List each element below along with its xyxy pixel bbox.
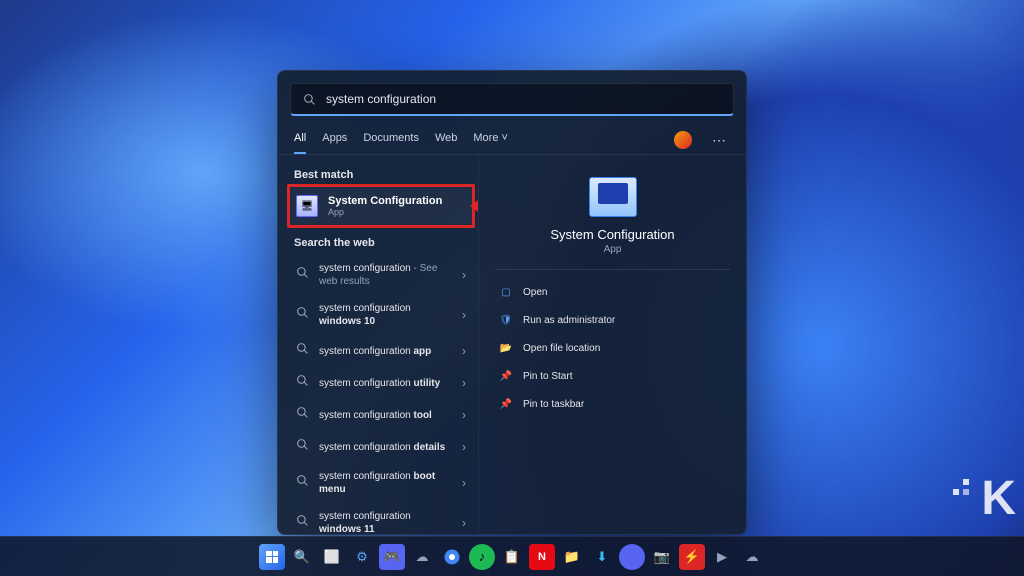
annotation-arrow-icon xyxy=(470,193,478,219)
tab-apps[interactable]: Apps xyxy=(322,126,347,154)
chevron-down-icon: ˅ xyxy=(502,132,508,144)
taskbar-app-icon[interactable]: ⬇ xyxy=(589,544,615,570)
search-icon xyxy=(296,306,309,324)
folder-icon: 📂 xyxy=(499,341,513,355)
overflow-menu-icon[interactable]: ⋯ xyxy=(708,132,730,149)
web-result-text: system configuration windows 11 xyxy=(319,510,452,534)
action-label: Pin to taskbar xyxy=(523,399,584,410)
chevron-right-icon: › xyxy=(462,440,466,454)
start-button[interactable] xyxy=(259,544,285,570)
chevron-right-icon: › xyxy=(462,268,466,282)
best-match-title: System Configuration xyxy=(328,195,442,207)
best-match-result[interactable]: 🖥 System Configuration App xyxy=(290,187,472,225)
web-result-item[interactable]: system configuration tool › xyxy=(290,399,472,431)
pin-icon: 📌 xyxy=(499,369,513,383)
tab-web[interactable]: Web xyxy=(435,126,457,154)
web-result-text: system configuration app xyxy=(319,345,452,358)
web-result-item[interactable]: system configuration boot menu › xyxy=(290,463,472,503)
action-open-location[interactable]: 📂 Open file location xyxy=(495,336,730,360)
search-input[interactable] xyxy=(326,92,721,106)
web-result-text: system configuration utility xyxy=(319,377,452,390)
tab-all[interactable]: All xyxy=(294,126,306,154)
web-result-item[interactable]: system configuration app › xyxy=(290,335,472,367)
taskbar-app-icon[interactable]: ☁ xyxy=(409,544,435,570)
tab-more[interactable]: More ˅ xyxy=(473,126,508,154)
taskbar-app-icon[interactable]: ⚙ xyxy=(349,544,375,570)
search-icon xyxy=(296,438,309,456)
action-label: Open xyxy=(523,287,547,298)
search-icon xyxy=(296,374,309,392)
search-icon xyxy=(296,266,309,284)
action-pin-taskbar[interactable]: 📌 Pin to taskbar xyxy=(495,392,730,416)
taskbar: 🔍 ⬜ ⚙ 🎮 ☁ ♪ 📋 N 📁 ⬇ 📷 ⚡ ▶ ☁ xyxy=(0,536,1024,576)
web-result-text: system configuration windows 10 xyxy=(319,302,452,328)
taskbar-search-icon[interactable]: 🔍 xyxy=(289,544,315,570)
preview-subtitle: App xyxy=(495,244,730,255)
search-icon xyxy=(296,342,309,360)
best-match-header: Best match xyxy=(294,169,468,181)
preview-pane: System Configuration App ▢ Open 🛡 Run as… xyxy=(478,155,746,534)
user-avatar[interactable] xyxy=(674,131,692,149)
web-result-item[interactable]: system configuration windows 11 › xyxy=(290,503,472,534)
action-label: Open file location xyxy=(523,343,600,354)
web-result-text: system configuration - See web results xyxy=(319,262,452,288)
web-result-item[interactable]: system configuration utility › xyxy=(290,367,472,399)
search-icon xyxy=(296,474,309,492)
preview-title: System Configuration xyxy=(495,227,730,242)
chevron-right-icon: › xyxy=(462,476,466,490)
web-result-text: system configuration details xyxy=(319,441,452,454)
pin-icon: 📌 xyxy=(499,397,513,411)
watermark-logo: K xyxy=(981,471,1014,526)
taskbar-app-icon[interactable]: ⚡ xyxy=(679,544,705,570)
filter-tabs: All Apps Documents Web More ˅ ⋯ xyxy=(278,116,746,155)
web-result-text: system configuration tool xyxy=(319,409,452,422)
action-pin-start[interactable]: 📌 Pin to Start xyxy=(495,364,730,388)
action-open[interactable]: ▢ Open xyxy=(495,280,730,304)
shield-icon: 🛡 xyxy=(499,313,513,327)
taskbar-app-icon[interactable]: ▶ xyxy=(709,544,735,570)
search-icon xyxy=(303,93,316,106)
taskbar-app-icon[interactable]: ☁ xyxy=(739,544,765,570)
taskbar-explorer-icon[interactable]: 📁 xyxy=(559,544,585,570)
taskbar-task-view-icon[interactable]: ⬜ xyxy=(319,544,345,570)
taskbar-app-icon[interactable]: 🎮 xyxy=(379,544,405,570)
action-label: Run as administrator xyxy=(523,315,615,326)
start-search-panel: All Apps Documents Web More ˅ ⋯ Best mat… xyxy=(277,70,747,535)
best-match-subtitle: App xyxy=(328,207,442,217)
chevron-right-icon: › xyxy=(462,408,466,422)
results-list: Best match 🖥 System Configuration App Se… xyxy=(278,155,478,534)
windows-logo-icon xyxy=(266,551,278,563)
chevron-right-icon: › xyxy=(462,344,466,358)
chevron-right-icon: › xyxy=(462,308,466,322)
action-run-admin[interactable]: 🛡 Run as administrator xyxy=(495,308,730,332)
web-result-item[interactable]: system configuration - See web results › xyxy=(290,255,472,295)
action-label: Pin to Start xyxy=(523,371,572,382)
taskbar-chrome-icon[interactable] xyxy=(439,544,465,570)
search-input-container[interactable] xyxy=(290,83,734,116)
taskbar-app-icon[interactable]: 📋 xyxy=(499,544,525,570)
search-web-header: Search the web xyxy=(294,237,468,249)
search-icon xyxy=(296,514,309,532)
chevron-right-icon: › xyxy=(462,516,466,530)
chevron-right-icon: › xyxy=(462,376,466,390)
open-icon: ▢ xyxy=(499,285,513,299)
web-result-item[interactable]: system configuration windows 10 › xyxy=(290,295,472,335)
tab-documents[interactable]: Documents xyxy=(363,126,419,154)
taskbar-app-icon[interactable] xyxy=(619,544,645,570)
preview-app-icon xyxy=(589,177,637,217)
search-icon xyxy=(296,406,309,424)
system-configuration-icon: 🖥 xyxy=(296,195,318,217)
web-result-text: system configuration boot menu xyxy=(319,470,452,496)
taskbar-spotify-icon[interactable]: ♪ xyxy=(469,544,495,570)
taskbar-app-icon[interactable]: N xyxy=(529,544,555,570)
taskbar-app-icon[interactable]: 📷 xyxy=(649,544,675,570)
web-result-item[interactable]: system configuration details › xyxy=(290,431,472,463)
